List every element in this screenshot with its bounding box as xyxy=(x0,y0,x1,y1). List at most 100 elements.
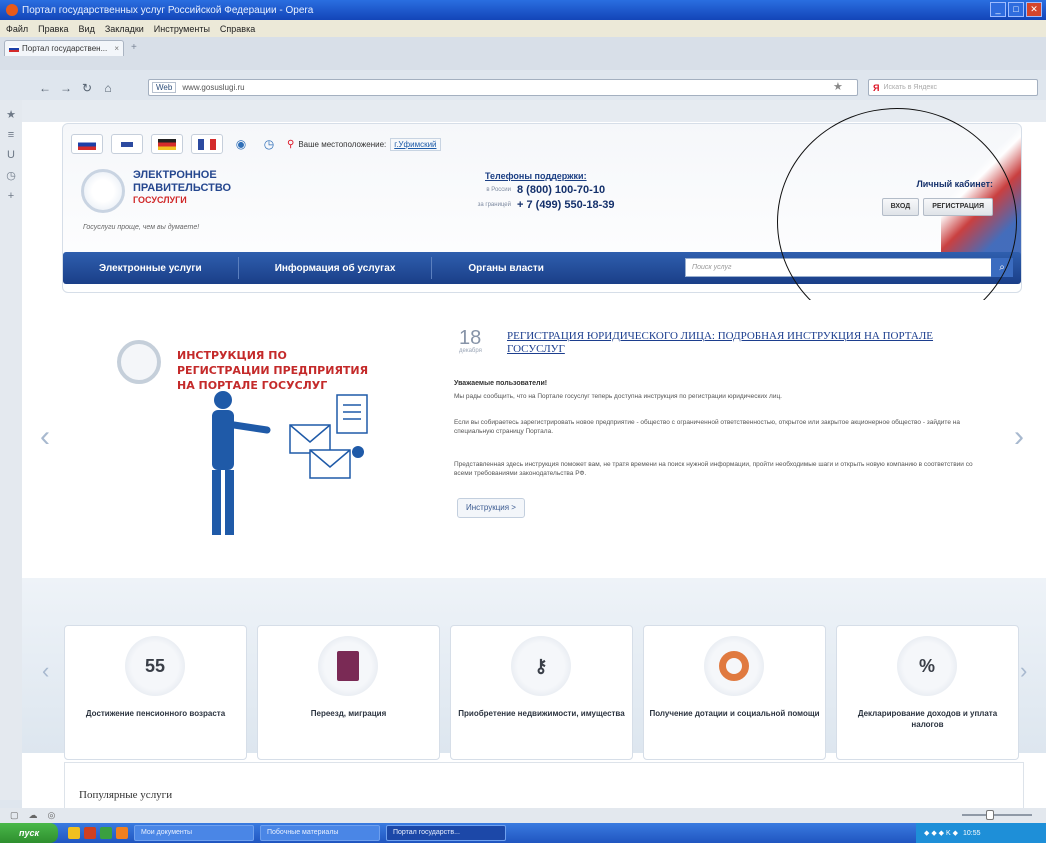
slider-prev-icon[interactable]: ‹ xyxy=(40,420,50,454)
instruction-button[interactable]: Инструкция > xyxy=(457,498,525,518)
zoom-slider-track[interactable] xyxy=(962,814,1032,816)
phone-label: за границей xyxy=(477,202,511,208)
keys-icon: ⚷ xyxy=(511,636,571,696)
web-page: ◉ ◷ ⚲ Ваше местоположение: г.Уфимский ЭЛ… xyxy=(22,100,1046,808)
services-next-icon[interactable]: › xyxy=(1020,658,1027,684)
service-card-taxes[interactable]: % Декларирование доходов и уплата налого… xyxy=(836,625,1019,760)
service-card-pension[interactable]: 55 Достижение пенсионного возраста xyxy=(64,625,247,760)
tab-gosuslugi[interactable]: Портал государствен... × xyxy=(4,40,124,56)
taskbar-item[interactable]: Побочные материалы xyxy=(260,825,380,841)
quick-launch-icon[interactable] xyxy=(116,827,128,839)
start-button[interactable]: пуск xyxy=(0,823,58,843)
service-search-input[interactable]: Поиск услуг xyxy=(685,258,995,277)
menu-edit[interactable]: Правка xyxy=(38,24,68,34)
window-title: Портал государственных услуг Российской … xyxy=(22,4,314,16)
bookmarks-icon[interactable]: ★ xyxy=(0,108,22,121)
main-navigation: Электронные услуги Информация об услугах… xyxy=(63,252,1021,284)
phone-label: в России xyxy=(486,187,511,193)
tab-bar: Портал государствен... × + xyxy=(0,37,1046,70)
service-card-migration[interactable]: Переезд, миграция xyxy=(257,625,440,760)
bookmark-star-icon[interactable]: ★ xyxy=(833,80,843,93)
taskbar-item-active[interactable]: Портал государств... xyxy=(386,825,506,841)
flag-ru-icon xyxy=(78,138,96,150)
lang-en-button[interactable] xyxy=(111,134,143,154)
service-card-label: Декларирование доходов и уплата налогов xyxy=(857,709,998,729)
new-tab-icon[interactable]: + xyxy=(131,42,145,54)
taskbar-item[interactable]: Мои документы xyxy=(134,825,254,841)
location-block: ⚲ Ваше местоположение: г.Уфимский xyxy=(287,137,441,151)
quick-launch-icon[interactable] xyxy=(68,827,80,839)
lang-ru-button[interactable] xyxy=(71,134,103,154)
forward-icon[interactable]: → xyxy=(59,81,73,95)
slider-next-icon[interactable]: › xyxy=(1014,420,1024,454)
page-top-stripe xyxy=(22,100,1046,122)
menu-help[interactable]: Справка xyxy=(220,24,255,34)
phone-row-russia: в России 8 (800) 100-70-10 xyxy=(463,184,615,196)
clock-icon[interactable]: ◷ xyxy=(259,134,279,154)
personal-cabinet: Личный кабинет: ВХОД РЕГИСТРАЦИЯ xyxy=(793,179,993,216)
panel-toggle-icon[interactable]: ▢ xyxy=(10,810,19,821)
logo-slogan: Госуслуги проще, чем вы думаете! xyxy=(83,224,200,231)
menu-bookmarks[interactable]: Закладки xyxy=(105,24,144,34)
site-badge: Web xyxy=(152,82,177,93)
login-button[interactable]: ВХОД xyxy=(881,198,920,216)
flag-gb-icon xyxy=(118,138,136,150)
article-title-link[interactable]: РЕГИСТРАЦИЯ ЮРИДИЧЕСКОГО ЛИЦА: ПОДРОБНАЯ… xyxy=(507,330,937,356)
history-icon[interactable]: ◷ xyxy=(0,169,22,182)
service-card-label: Получение дотации и социальной помощи xyxy=(649,709,820,718)
quick-launch-icon[interactable] xyxy=(84,827,96,839)
businessman-envelopes-illustration xyxy=(212,391,368,535)
menu-tools[interactable]: Инструменты xyxy=(154,24,210,34)
reload-icon[interactable]: ↻ xyxy=(80,81,94,95)
logo-line-2: ПРАВИТЕЛЬСТВО xyxy=(133,182,232,194)
site-header: ◉ ◷ ⚲ Ваше местоположение: г.Уфимский ЭЛ… xyxy=(62,123,1022,293)
article-date: 18 декабря xyxy=(459,328,482,354)
close-button[interactable]: ✕ xyxy=(1026,2,1042,17)
register-button[interactable]: РЕГИСТРАЦИЯ xyxy=(923,198,993,216)
lang-de-button[interactable] xyxy=(151,134,183,154)
address-bar[interactable]: Web www.gosuslugi.ru xyxy=(148,79,858,96)
window-titlebar: Портал государственных услуг Российской … xyxy=(0,0,1046,20)
service-card-label: Приобретение недвижимости, имущества xyxy=(458,709,625,718)
menu-bar: Файл Правка Вид Закладки Инструменты Спр… xyxy=(0,20,1046,37)
browser-sidebar: ★ ≡ U ◷ + xyxy=(0,100,22,800)
tab-close-icon[interactable]: × xyxy=(114,44,119,53)
quick-launch-icon[interactable] xyxy=(100,827,112,839)
flag-de-icon xyxy=(158,138,176,150)
nav-authorities[interactable]: Органы власти xyxy=(432,263,580,274)
back-icon[interactable]: ← xyxy=(38,81,52,95)
date-day: 18 xyxy=(459,327,482,349)
turbo-icon[interactable]: ☁ xyxy=(29,810,38,821)
services-prev-icon[interactable]: ‹ xyxy=(42,658,49,684)
service-card-property[interactable]: ⚷ Приобретение недвижимости, имущества xyxy=(450,625,633,760)
search-icon[interactable]: ⌕ xyxy=(991,258,1013,277)
add-panel-icon[interactable]: + xyxy=(0,190,22,202)
menu-view[interactable]: Вид xyxy=(79,24,95,34)
accessibility-icon[interactable]: ◉ xyxy=(231,134,251,154)
maximize-button[interactable]: □ xyxy=(1008,2,1024,17)
flag-icon xyxy=(9,45,19,52)
browser-search-field[interactable]: Я Искать в Яндекс xyxy=(868,79,1038,96)
tray-icons[interactable]: ◆ ◆ ◆ K ◆ xyxy=(924,829,958,837)
system-tray: ◆ ◆ ◆ K ◆ 10:55 xyxy=(916,823,1046,843)
nav-electronic-services[interactable]: Электронные услуги xyxy=(63,263,238,274)
location-select[interactable]: г.Уфимский xyxy=(390,137,441,151)
article-paragraph: Представленная здесь инструкция поможет … xyxy=(454,461,973,477)
date-month: декабря xyxy=(459,348,482,354)
lang-fr-button[interactable] xyxy=(191,134,223,154)
logo-line-1: ЭЛЕКТРОННОЕ xyxy=(133,169,217,181)
zoom-slider-thumb[interactable] xyxy=(986,810,994,820)
pension-55-icon: 55 xyxy=(125,636,185,696)
site-logo[interactable]: ЭЛЕКТРОННОЕ ПРАВИТЕЛЬСТВО ГОСУСЛУГИ xyxy=(81,169,231,213)
minimize-button[interactable]: _ xyxy=(990,2,1006,17)
nav-services-info[interactable]: Информация об услугах xyxy=(239,263,432,274)
service-card-label: Достижение пенсионного возраста xyxy=(85,709,226,718)
notes-icon[interactable]: ≡ xyxy=(0,129,22,141)
service-card-social-aid[interactable]: Получение дотации и социальной помощи xyxy=(643,625,826,760)
support-title-link[interactable]: Телефоны поддержки: xyxy=(485,171,615,181)
home-icon[interactable]: ⌂ xyxy=(101,81,115,95)
view-icon[interactable]: ◎ xyxy=(48,810,56,821)
news-slider: ‹ › ИНСТРУКЦИЯ ПО РЕГИСТРАЦИИ ПРЕДПРИЯТИ… xyxy=(22,300,1046,596)
unite-icon[interactable]: U xyxy=(0,149,22,161)
menu-file[interactable]: Файл xyxy=(6,24,28,34)
